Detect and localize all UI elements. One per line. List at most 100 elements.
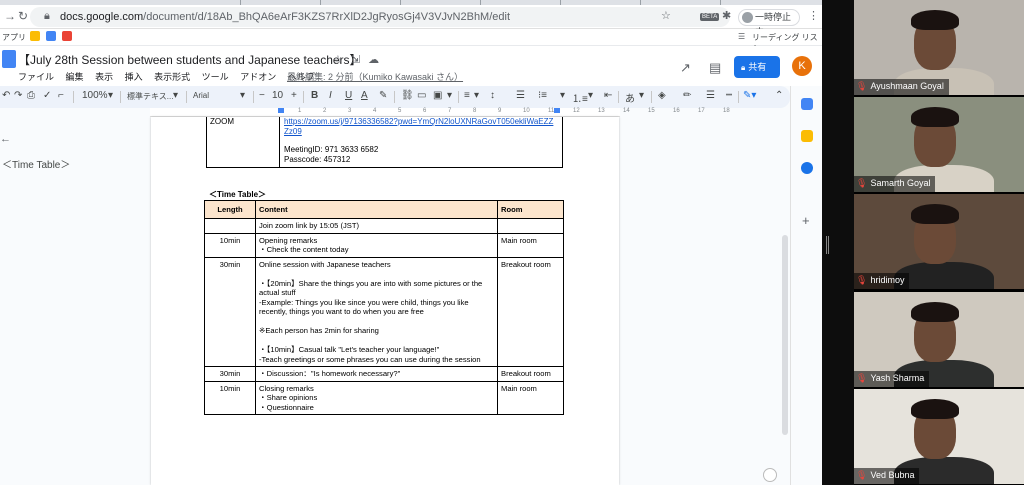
print-icon[interactable]: ⎙ — [27, 90, 35, 101]
text-color-button[interactable]: A — [361, 90, 368, 101]
border-width-icon[interactable]: ☰ — [706, 90, 715, 101]
link-icon[interactable]: ⛓ — [401, 90, 414, 101]
ruler[interactable]: 1 2 3 4 5 6 7 8 9 10 11 12 13 14 15 16 17 18 — [150, 108, 730, 117]
content-cell[interactable]: Online session with Japanese teachers ・【2… — [255, 256, 498, 367]
star-icon[interactable]: ☆ — [333, 54, 343, 66]
length-cell[interactable] — [204, 218, 256, 234]
paint-format-icon[interactable]: ⌐ — [58, 90, 64, 101]
participant-tile[interactable]: 🎙︎ Ved Bubna — [854, 389, 1024, 484]
left-indent-marker[interactable] — [278, 108, 284, 113]
menu-file[interactable]: ファイル — [18, 72, 54, 82]
outline-back-icon[interactable]: ← — [0, 133, 11, 145]
content-cell[interactable]: ・Discussion："Is homework necessary?" — [255, 366, 498, 382]
room-cell[interactable]: Main room — [497, 380, 564, 415]
bold-button[interactable]: B — [311, 90, 318, 101]
keep-icon[interactable] — [801, 130, 813, 142]
comment-icon[interactable]: ▭ — [417, 90, 426, 101]
align-icon[interactable]: ≡ — [464, 90, 470, 101]
apps-bookmark[interactable]: アプリ — [2, 32, 26, 43]
undo-icon[interactable]: ↶ — [2, 90, 10, 101]
drag-handle[interactable] — [826, 236, 829, 254]
menu-edit[interactable]: 編集 — [66, 72, 84, 82]
reload-icon[interactable]: ↻ — [18, 9, 28, 23]
calendar-icon[interactable] — [801, 98, 813, 110]
sync-paused-button[interactable]: 一時停止中 — [738, 9, 800, 37]
add-addon-icon[interactable]: + — [802, 213, 810, 228]
numbered-list-icon[interactable]: ⒈≡ — [572, 90, 588, 105]
account-avatar[interactable]: K — [792, 56, 812, 76]
document-page[interactable]: ZOOM https://zoom.us/j/97136336582?pwd=Y… — [151, 117, 619, 485]
docs-bookmark-icon[interactable] — [46, 31, 56, 41]
move-folder-icon[interactable]: ⇲ — [351, 54, 360, 66]
cloud-status-icon[interactable]: ☁ — [368, 54, 379, 66]
length-cell[interactable]: 30min — [204, 366, 256, 382]
room-cell[interactable]: Breakout room — [497, 256, 564, 367]
collapse-menu-icon[interactable]: ⌃ — [775, 90, 783, 101]
comments-icon[interactable]: ▤ — [709, 60, 721, 76]
menu-bar: ファイル 編集 表示 挿入 表示形式 ツール アドオン ヘルプ — [18, 70, 324, 83]
image-icon[interactable]: ▣ — [433, 90, 442, 101]
room-cell[interactable]: Main room — [497, 232, 564, 258]
menu-view[interactable]: 表示 — [95, 72, 113, 82]
vertical-scrollbar[interactable] — [781, 117, 789, 485]
underline-button[interactable]: U — [345, 90, 352, 101]
explore-button[interactable] — [763, 468, 777, 482]
split-divider[interactable] — [822, 0, 854, 485]
url-field[interactable]: 🔒︎ docs.google.com/document/d/18Ab_BhQA6… — [30, 7, 730, 27]
highlight-icon[interactable]: ✎ — [379, 90, 387, 101]
extensions-icon[interactable]: ✱ — [722, 9, 731, 22]
reading-list-icon[interactable]: ☰ — [738, 32, 745, 41]
increase-size-icon[interactable]: + — [291, 90, 297, 101]
participant-tile[interactable]: 🎙︎ Ayushmaan Goyal — [854, 0, 1024, 95]
document-title[interactable]: 【July 28th Session between students and … — [18, 51, 362, 68]
forward-icon[interactable]: → — [4, 9, 16, 23]
activity-icon[interactable]: ↗ — [680, 60, 691, 76]
photos-bookmark-icon[interactable] — [62, 31, 72, 41]
share-button[interactable]: 🔒︎ 共有 — [734, 56, 780, 78]
participant-tile[interactable]: 🎙︎ Samarth Goyal — [854, 97, 1024, 192]
fill-color-icon[interactable]: ◈ — [658, 90, 666, 101]
style-select[interactable]: 標準テキス... — [127, 91, 173, 102]
menu-tools[interactable]: ツール — [202, 72, 229, 82]
last-edit-link[interactable]: 最終編集: 2 分前（Kumiko Kawasaki さん） — [287, 70, 463, 83]
redo-icon[interactable]: ↷ — [14, 90, 22, 101]
length-cell[interactable]: 30min — [204, 256, 256, 367]
right-indent-marker[interactable] — [554, 108, 560, 113]
zoom-link[interactable]: https://zoom.us/j/97136336582?pwd=YmQrN2… — [284, 117, 558, 137]
content-cell[interactable]: Closing remarks ・Share opinions ・Questionn… — [255, 380, 498, 415]
bookmark-star-icon[interactable]: ☆ — [661, 9, 671, 22]
menu-addons[interactable]: アドオン — [240, 72, 276, 82]
font-select[interactable]: Arial — [193, 91, 209, 100]
room-cell[interactable]: Breakout room — [497, 366, 564, 382]
participant-tile[interactable]: 🎙︎ Yash Sharma — [854, 292, 1024, 387]
beta-badge[interactable]: BETA — [700, 13, 720, 21]
editing-mode-icon[interactable]: ✎▾ — [743, 90, 756, 101]
tasks-icon[interactable] — [801, 162, 813, 174]
italic-button[interactable]: I — [329, 90, 332, 101]
scroll-thumb[interactable] — [782, 235, 788, 435]
docs-logo-icon[interactable] — [2, 50, 16, 68]
decrease-indent-icon[interactable]: ⇤ — [604, 90, 612, 101]
content-cell[interactable]: Opening remarks ・Check the content today — [255, 232, 498, 258]
font-size-field[interactable]: 10 — [272, 90, 283, 101]
url-text: docs.google.com/document/d/18Ab_BhQA6eAr… — [60, 11, 511, 23]
content-cell[interactable]: Join zoom link by 15:05 (JST) — [255, 218, 498, 234]
browser-menu-icon[interactable]: ⋮ — [808, 9, 819, 22]
border-color-icon[interactable]: ✏ — [683, 90, 691, 101]
length-cell[interactable]: 10min — [204, 232, 256, 258]
decrease-size-icon[interactable]: − — [259, 90, 265, 101]
input-tools-button[interactable]: あ — [625, 90, 635, 105]
participant-tile[interactable]: 🎙︎ hridimoy — [854, 194, 1024, 289]
room-cell[interactable] — [497, 218, 564, 234]
line-spacing-icon[interactable]: ↕ — [490, 90, 495, 101]
drive-bookmark-icon[interactable] — [30, 31, 40, 41]
checklist-icon[interactable]: ☰ — [516, 90, 525, 101]
bulleted-list-icon[interactable]: ⁝≡ — [538, 90, 547, 101]
menu-format[interactable]: 表示形式 — [154, 72, 190, 82]
length-cell[interactable]: 10min — [204, 380, 256, 415]
spellcheck-icon[interactable]: ✓ — [43, 90, 51, 101]
outline-item[interactable]: ＜Time Table＞ — [2, 156, 70, 171]
menu-insert[interactable]: 挿入 — [125, 72, 143, 82]
border-dash-icon[interactable]: ┅ — [726, 90, 732, 101]
zoom-select[interactable]: 100% — [82, 90, 108, 101]
